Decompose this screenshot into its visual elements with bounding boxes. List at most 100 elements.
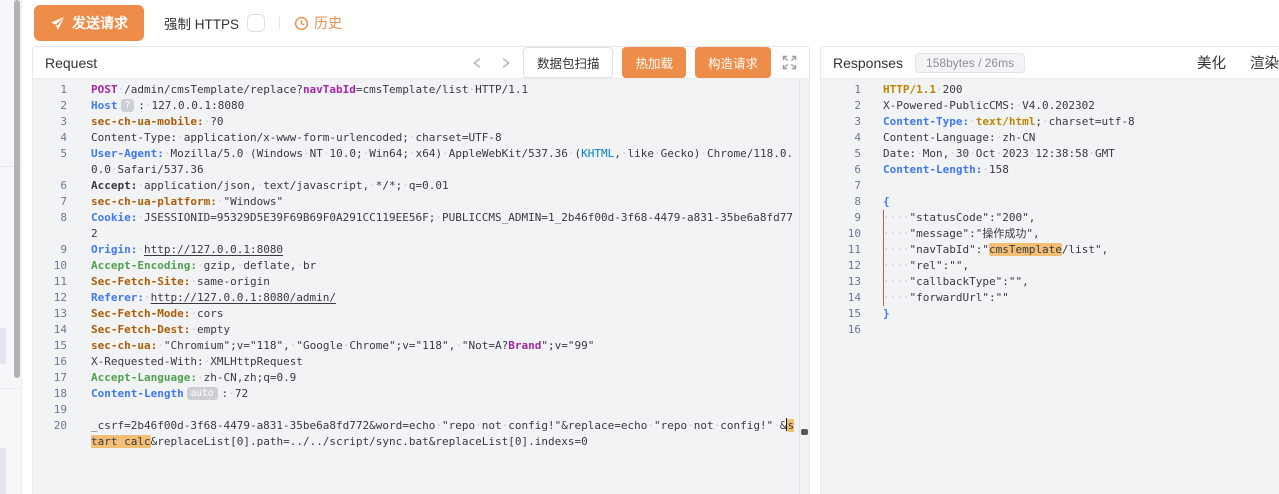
code-line: 15}	[821, 306, 1279, 322]
code-line: 14Sec-Fetch-Dest:·empty	[33, 322, 809, 338]
code-line: 9Origin:·http://127.0.0.1:8080	[33, 242, 809, 258]
response-panel-header: Responses 158bytes / 26ms 美化 渲染	[821, 47, 1279, 79]
line-number: 20	[33, 418, 67, 450]
code-line: 12Referer:·http://127.0.0.1:8080/admin/	[33, 290, 809, 306]
line-number: 4	[33, 130, 67, 146]
line-number: 13	[33, 306, 67, 322]
code-line: 13Sec-Fetch-Mode:·cors	[33, 306, 809, 322]
response-viewer: 1HTTP/1.1·2002X-Powered-PublicCMS:·V4.0.…	[821, 79, 1279, 338]
code-line: 10Accept-Encoding:·gzip,·deflate,·br	[33, 258, 809, 274]
line-number: 15	[821, 306, 861, 322]
response-meta-badge: 158bytes / 26ms	[915, 53, 1025, 73]
code-line: 7sec-ch-ua-platform:·"Windows"	[33, 194, 809, 210]
request-editor[interactable]: 1POST·/admin/cmsTemplate/replace?navTabI…	[33, 79, 809, 450]
line-number: 11	[821, 242, 861, 258]
line-number: 7	[821, 178, 861, 194]
code-line: 6Accept:·application/json,·text/javascri…	[33, 178, 809, 194]
code-line: 12····"rel":"",	[821, 258, 1279, 274]
request-scrollbar[interactable]	[799, 79, 809, 494]
render-button[interactable]: 渲染	[1250, 52, 1279, 73]
code-line: 6Content-Length:·158	[821, 162, 1279, 178]
response-panel-title: Responses	[833, 55, 903, 71]
line-number: 9	[33, 242, 67, 258]
sidebar-divider	[0, 388, 21, 389]
code-line: 8Cookie:·JSESSIONID=95329D5E39F69B69F0A2…	[33, 210, 809, 242]
send-request-label: 发送请求	[72, 13, 128, 33]
line-number: 14	[821, 290, 861, 306]
line-number: 14	[33, 322, 67, 338]
line-number: 11	[33, 274, 67, 290]
code-line: 2X-Powered-PublicCMS:·V4.0.202302	[821, 98, 1279, 114]
line-number: 1	[821, 82, 861, 98]
expand-icon	[782, 55, 797, 70]
response-panel: Responses 158bytes / 26ms 美化 渲染 1HTTP/1.…	[820, 46, 1279, 494]
line-number: 16	[821, 322, 861, 338]
line-number: 8	[33, 210, 67, 242]
code-line: 14····"forwardUrl":""	[821, 290, 1279, 306]
line-number: 2	[821, 98, 861, 114]
line-number: 19	[33, 402, 67, 418]
line-number: 4	[821, 130, 861, 146]
line-number: 17	[33, 370, 67, 386]
sidebar-scrollbar-thumb[interactable]	[14, 0, 20, 378]
code-line: 19	[33, 402, 809, 418]
expand-button[interactable]	[780, 55, 797, 70]
left-sidebar-strip	[0, 0, 22, 494]
history-button[interactable]: 历史	[294, 13, 342, 33]
line-number: 16	[33, 354, 67, 370]
line-number: 5	[821, 146, 861, 162]
request-scrollbar-thumb[interactable]	[801, 429, 808, 435]
code-line: 3sec-ch-ua-mobile:·?0	[33, 114, 809, 130]
code-line: 11Sec-Fetch-Site:·same-origin	[33, 274, 809, 290]
code-line: 4Content-Type:·application/x-www-form-ur…	[33, 130, 809, 146]
chevron-right-icon	[498, 56, 512, 70]
line-number: 15	[33, 338, 67, 354]
line-number: 12	[33, 290, 67, 306]
line-number: 12	[821, 258, 861, 274]
line-number: 2	[33, 98, 67, 114]
line-number: 5	[33, 146, 67, 178]
line-number: 10	[33, 258, 67, 274]
packet-scan-button[interactable]: 数据包扫描	[523, 47, 614, 78]
code-line: 1POST·/admin/cmsTemplate/replace?navTabI…	[33, 82, 809, 98]
code-line: 8{	[821, 194, 1279, 210]
request-panel-title: Request	[45, 55, 97, 71]
line-number: 13	[821, 274, 861, 290]
line-number: 6	[821, 162, 861, 178]
line-number: 3	[33, 114, 67, 130]
code-line: 1HTTP/1.1·200	[821, 82, 1279, 98]
prev-request-button[interactable]	[469, 56, 487, 70]
line-number: 18	[33, 386, 67, 402]
clock-icon	[294, 16, 309, 31]
hot-reload-button[interactable]: 热加载	[622, 47, 686, 78]
code-line: 2Host?:·127.0.0.1:8080	[33, 98, 809, 114]
force-https-label: 强制 HTTPS	[164, 13, 239, 33]
next-request-button[interactable]	[496, 56, 514, 70]
line-number: 3	[821, 114, 861, 130]
send-request-button[interactable]: 发送请求	[34, 5, 144, 41]
toolbar: 发送请求 强制 HTTPS 历史	[32, 0, 1279, 46]
code-line: 16X-Requested-With:·XMLHttpRequest	[33, 354, 809, 370]
code-line: 16	[821, 322, 1279, 338]
code-line: 15sec-ch-ua:·"Chromium";v="118",·"Google…	[33, 338, 809, 354]
line-number: 6	[33, 178, 67, 194]
chevron-left-icon	[471, 56, 485, 70]
code-line: 7	[821, 178, 1279, 194]
code-line: 20_csrf=2b46f00d-3f68-4479-a831-35be6a8f…	[33, 418, 809, 450]
beautify-button[interactable]: 美化	[1197, 52, 1226, 73]
line-number: 9	[821, 210, 861, 226]
sidebar-item-edge	[0, 328, 6, 364]
line-number: 10	[821, 226, 861, 242]
code-line: 3Content-Type:·text/html;·charset=utf-8	[821, 114, 1279, 130]
history-label: 历史	[314, 13, 342, 33]
code-line: 5Date:·Mon,·30·Oct·2023·12:38:58·GMT	[821, 146, 1279, 162]
sidebar-item-edge	[0, 448, 6, 494]
force-https-toggle[interactable]	[247, 14, 265, 32]
line-number: 7	[33, 194, 67, 210]
toolbar-divider	[279, 16, 280, 30]
build-request-button[interactable]: 构造请求	[695, 47, 771, 78]
code-line: 10····"message":"操作成功",	[821, 226, 1279, 242]
code-line: 18Content-Lengthauto:·72	[33, 386, 809, 402]
code-line: 9····"statusCode":"200",	[821, 210, 1279, 226]
code-line: 17Accept-Language:·zh-CN,zh;q=0.9	[33, 370, 809, 386]
